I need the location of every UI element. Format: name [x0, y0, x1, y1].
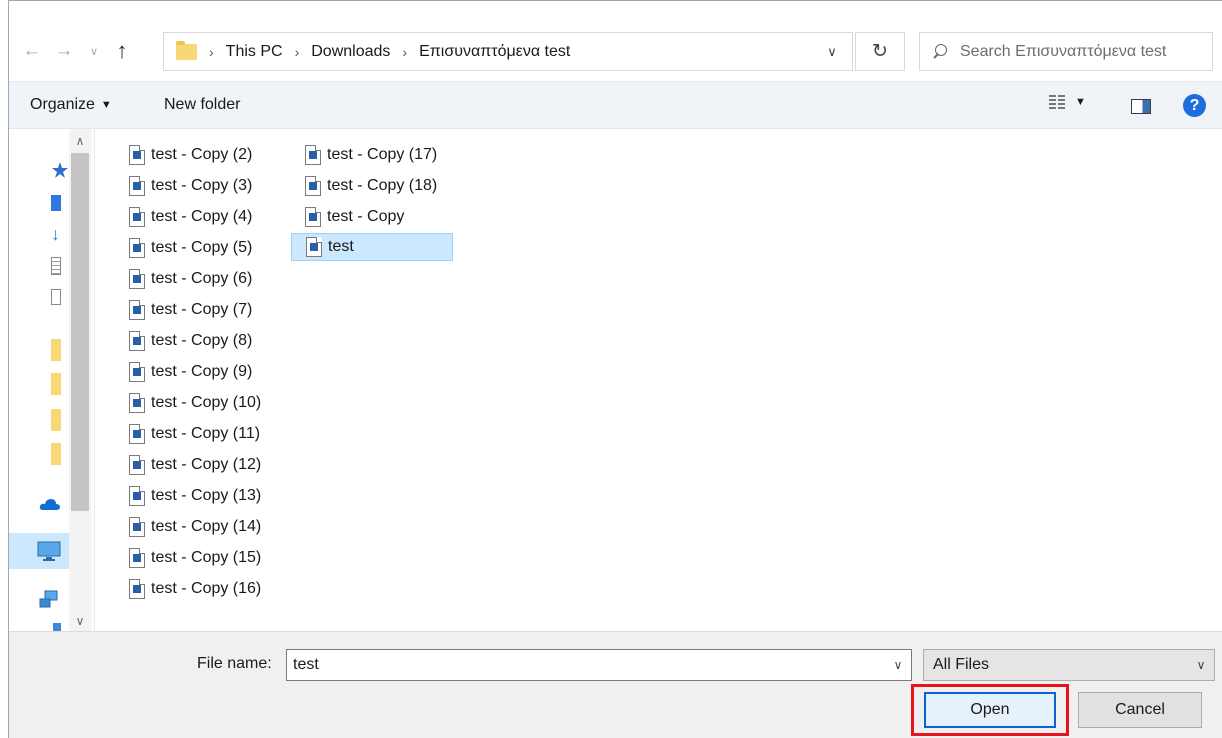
file-item[interactable]: test - Copy (4)	[125, 203, 252, 231]
folder-icon	[176, 40, 197, 60]
image-file-icon	[305, 207, 321, 227]
breadcrumb-current-folder[interactable]: Επισυναπτόμενα test	[419, 43, 570, 61]
back-arrow-icon[interactable]: ←	[19, 37, 45, 65]
scroll-thumb[interactable]	[71, 153, 89, 511]
image-file-icon	[129, 238, 145, 258]
image-file-icon	[306, 237, 322, 257]
refresh-icon[interactable]: ↻	[855, 32, 905, 71]
image-file-icon	[129, 548, 145, 568]
image-file-icon	[129, 455, 145, 475]
chevron-right-icon[interactable]: ›	[402, 44, 407, 60]
image-file-icon	[129, 176, 145, 196]
chevron-right-icon[interactable]: ›	[209, 44, 214, 60]
folder-icon[interactable]	[51, 409, 61, 431]
file-item[interactable]: test - Copy (8)	[125, 327, 252, 355]
file-item[interactable]: test - Copy (6)	[125, 265, 252, 293]
search-box[interactable]	[919, 32, 1213, 71]
file-item[interactable]: test - Copy (11)	[125, 420, 260, 448]
file-item[interactable]: test - Copy (13)	[125, 482, 261, 510]
chevron-right-icon[interactable]: ›	[295, 44, 300, 60]
nav-scrollbar[interactable]: ∧ ∨	[69, 129, 91, 631]
chevron-down-icon[interactable]: ∨	[1188, 650, 1214, 680]
file-item[interactable]: test - Copy (7)	[125, 296, 252, 324]
filetype-value: All Files	[933, 656, 990, 673]
file-item[interactable]: test - Copy	[301, 203, 404, 231]
navigation-pane: ↓ ∧ ∨	[9, 129, 95, 631]
network-item-icon[interactable]	[53, 623, 61, 631]
file-item[interactable]: test - Copy (17)	[301, 141, 437, 169]
image-file-icon	[305, 145, 321, 165]
folder-icon[interactable]	[51, 339, 61, 361]
search-icon	[932, 43, 948, 60]
file-list: test - Copy (2) test - Copy (3) test - C…	[95, 129, 1222, 631]
file-item[interactable]: test - Copy (18)	[301, 172, 437, 200]
network-icon[interactable]	[39, 589, 61, 609]
file-item[interactable]: test - Copy (2)	[125, 141, 252, 169]
address-row: ← → ∨ ↑ › This PC › Downloads › Επισυναπ…	[9, 1, 1222, 81]
search-input[interactable]	[960, 42, 1210, 61]
filetype-select[interactable]: All Files ∨	[923, 649, 1215, 681]
image-file-icon	[129, 300, 145, 320]
filename-input[interactable]	[293, 656, 863, 674]
breadcrumb-downloads[interactable]: Downloads	[311, 43, 390, 61]
forward-arrow-icon[interactable]: →	[51, 37, 77, 65]
desktop-icon[interactable]	[51, 195, 61, 211]
file-item[interactable]: test - Copy (5)	[125, 234, 252, 262]
recent-locations-chevron-icon[interactable]: ∨	[81, 37, 107, 65]
view-details-icon	[1049, 95, 1065, 111]
file-open-dialog: ← → ∨ ↑ › This PC › Downloads › Επισυναπ…	[8, 0, 1222, 738]
chevron-down-icon[interactable]: ∨	[812, 33, 852, 70]
image-file-icon	[129, 145, 145, 165]
this-pc-icon[interactable]	[37, 541, 61, 561]
file-item[interactable]: test - Copy (3)	[125, 172, 252, 200]
image-file-icon	[129, 269, 145, 289]
cancel-button[interactable]: Cancel	[1078, 692, 1202, 728]
image-file-icon	[129, 486, 145, 506]
filename-label: File name:	[197, 655, 272, 672]
image-file-icon	[129, 517, 145, 537]
image-file-icon	[129, 579, 145, 599]
downloads-icon[interactable]: ↓	[51, 225, 61, 243]
file-item[interactable]: test - Copy (14)	[125, 513, 261, 541]
folder-icon[interactable]	[51, 373, 61, 395]
new-folder-button[interactable]: New folder	[164, 96, 240, 114]
bottom-panel: File name: ∨ All Files ∨ Open Cancel	[9, 631, 1222, 738]
caret-down-icon: ▼	[100, 99, 112, 111]
preview-pane-icon[interactable]	[1131, 99, 1151, 114]
up-arrow-icon[interactable]: ↑	[109, 37, 135, 65]
caret-down-icon: ▼	[1075, 96, 1086, 108]
filename-combobox[interactable]: ∨	[286, 649, 912, 681]
image-file-icon	[129, 331, 145, 351]
onedrive-cloud-icon[interactable]	[39, 497, 61, 511]
scroll-down-icon[interactable]: ∨	[69, 611, 91, 631]
organize-label: Organize	[30, 96, 95, 113]
file-item[interactable]: test - Copy (16)	[125, 575, 261, 603]
command-toolbar: Organize ▼ New folder ▼ ?	[9, 81, 1222, 129]
open-button[interactable]: Open	[924, 692, 1056, 728]
chevron-down-icon[interactable]: ∨	[885, 650, 911, 680]
image-file-icon	[129, 424, 145, 444]
help-icon[interactable]: ?	[1183, 94, 1206, 117]
pictures-icon[interactable]	[51, 289, 61, 305]
file-item[interactable]: test - Copy (15)	[125, 544, 261, 572]
file-item[interactable]: test - Copy (9)	[125, 358, 252, 386]
file-item[interactable]: test - Copy (12)	[125, 451, 261, 479]
quick-access-star-icon[interactable]	[51, 161, 69, 179]
file-item[interactable]: test - Copy (10)	[125, 389, 261, 417]
change-view-button[interactable]: ▼	[1049, 95, 1086, 111]
address-bar[interactable]: › This PC › Downloads › Επισυναπτόμενα t…	[163, 32, 853, 71]
image-file-icon	[305, 176, 321, 196]
scroll-up-icon[interactable]: ∧	[69, 131, 91, 151]
image-file-icon	[129, 207, 145, 227]
image-file-icon	[129, 362, 145, 382]
organize-button[interactable]: Organize ▼	[30, 96, 112, 114]
folder-icon[interactable]	[51, 443, 61, 465]
breadcrumb-this-pc[interactable]: This PC	[226, 43, 283, 61]
file-item-selected[interactable]: test	[291, 233, 453, 261]
image-file-icon	[129, 393, 145, 413]
documents-icon[interactable]	[51, 257, 61, 275]
